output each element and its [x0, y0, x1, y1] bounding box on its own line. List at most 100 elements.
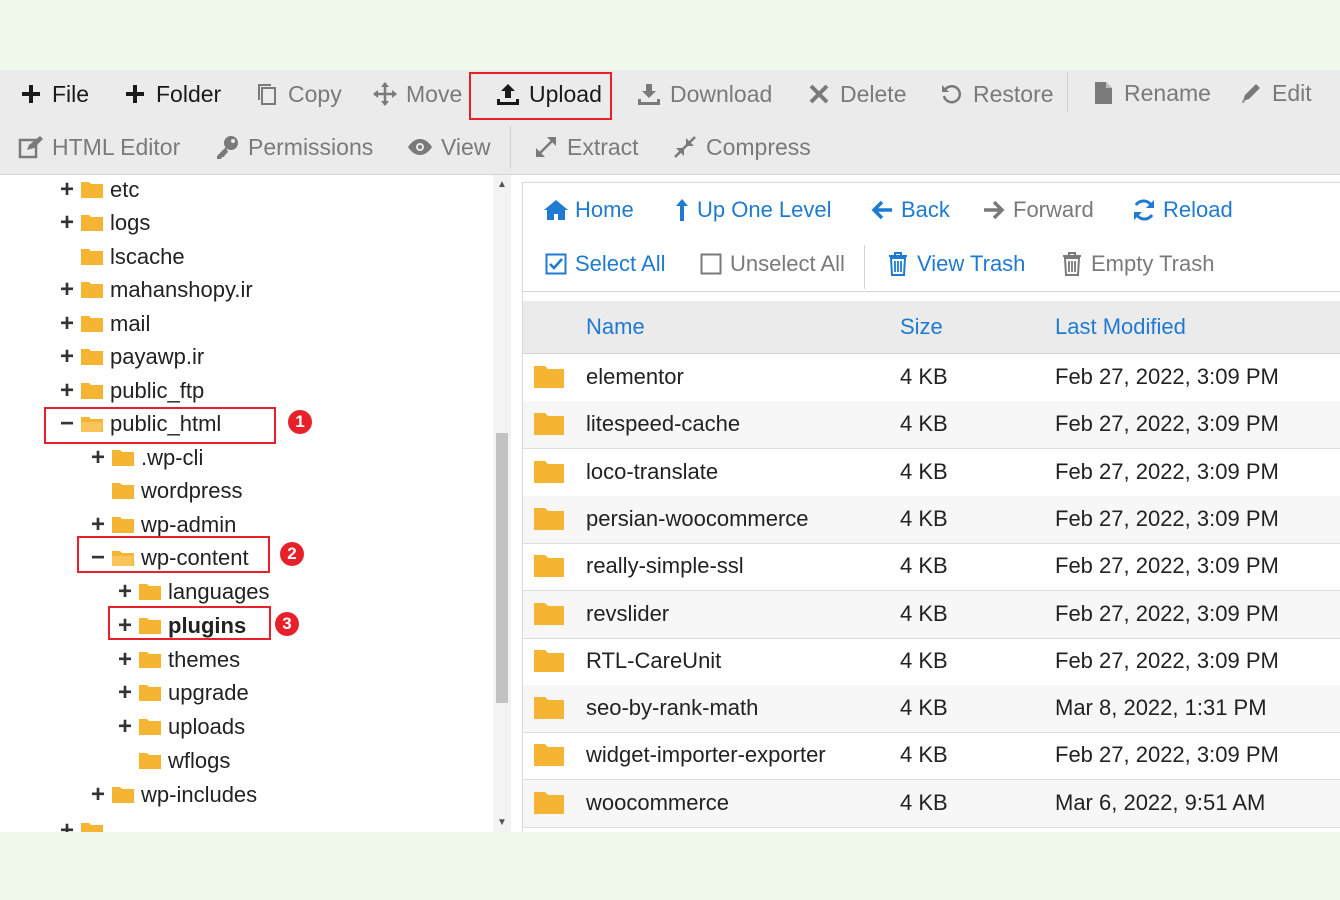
folder-icon	[138, 751, 162, 771]
expand-icon	[533, 134, 559, 160]
new-file-label: File	[52, 80, 90, 107]
home-button[interactable]: Home	[543, 193, 634, 227]
expand-toggle[interactable]: +	[58, 211, 76, 235]
tree-item[interactable]: + wp-admin	[89, 510, 236, 540]
view-button[interactable]: View	[407, 129, 490, 165]
up-one-level-button[interactable]: Up One Level	[673, 193, 832, 227]
x-icon	[806, 81, 832, 107]
folder-icon	[533, 789, 565, 815]
expand-toggle[interactable]: +	[89, 513, 107, 537]
select-all-button[interactable]: Select All	[543, 247, 666, 281]
forward-button[interactable]: Forward	[981, 193, 1094, 227]
tree-scrollbar[interactable]: ▲ ▼	[493, 175, 511, 832]
expand-toggle[interactable]: +	[58, 312, 76, 336]
tree-item[interactable]: wordpress	[89, 476, 242, 506]
empty-trash-button[interactable]: Empty Trash	[1059, 247, 1214, 281]
tree-item[interactable]: + upgrade	[116, 678, 249, 708]
expand-toggle[interactable]: +	[58, 345, 76, 369]
tree-item-label: wp-content	[141, 545, 249, 570]
size-column-header[interactable]: Size	[900, 314, 943, 340]
delete-button[interactable]: Delete	[806, 76, 906, 112]
rename-label: Rename	[1124, 79, 1211, 106]
scrollbar-thumb[interactable]	[496, 433, 508, 703]
expand-toggle[interactable]: +	[116, 614, 134, 638]
tree-item[interactable]: + logs	[58, 208, 150, 238]
collapse-toggle[interactable]: −	[89, 546, 107, 570]
expand-toggle[interactable]: +	[116, 715, 134, 739]
expand-toggle[interactable]: +	[89, 783, 107, 807]
back-button[interactable]: Back	[869, 193, 950, 227]
html-editor-button[interactable]: HTML Editor	[18, 129, 180, 165]
tree-item[interactable]: + public_ftp	[58, 376, 204, 406]
tree-item[interactable]: + mail	[58, 309, 150, 339]
move-icon	[372, 81, 398, 107]
expand-toggle[interactable]: +	[58, 819, 76, 833]
tree-item[interactable]: wflogs	[116, 746, 230, 776]
scroll-up-icon[interactable]: ▲	[497, 179, 507, 190]
table-row[interactable]: revslider 4 KB Feb 27, 2022, 3:09 PM	[523, 591, 1340, 639]
expand-toggle[interactable]: +	[58, 379, 76, 403]
view-trash-button[interactable]: View Trash	[885, 247, 1025, 281]
name-column-header[interactable]: Name	[586, 314, 645, 340]
file-modified: Mar 6, 2022, 9:51 AM	[1055, 790, 1266, 815]
new-file-button[interactable]: File	[18, 76, 89, 112]
modified-column-header[interactable]: Last Modified	[1055, 314, 1186, 340]
tree-item[interactable]: + wp-includes	[89, 780, 257, 810]
expand-toggle[interactable]: +	[58, 278, 76, 302]
folder-icon	[111, 448, 135, 468]
file-name: persian-woocommerce	[586, 506, 809, 531]
rename-button[interactable]: Rename	[1090, 75, 1211, 111]
download-button[interactable]: Download	[636, 76, 772, 112]
extract-button[interactable]: Extract	[533, 129, 639, 165]
directory-tree: + etc + logs lscache + mahanshopy.ir + mail + paya…	[0, 175, 492, 832]
expand-toggle[interactable]: +	[116, 681, 134, 705]
tree-item[interactable]: + .wp-cli	[89, 443, 203, 473]
tree-item[interactable]: lscache	[58, 242, 185, 272]
table-row[interactable]: litespeed-cache 4 KB Feb 27, 2022, 3:09 PM	[523, 401, 1340, 449]
tree-item-label: mail	[110, 311, 151, 336]
copy-button[interactable]: Copy	[254, 76, 342, 112]
tree-item[interactable]: + payawp.ir	[58, 342, 204, 372]
new-folder-button[interactable]: Folder	[122, 76, 221, 112]
tree-item[interactable]: + themes	[116, 645, 240, 675]
tree-item[interactable]: + mahanshopy.ir	[58, 275, 253, 305]
unselect-all-button[interactable]: Unselect All	[698, 247, 845, 281]
toolbar: File Folder Copy Move Upload Download De…	[0, 70, 1340, 175]
tree-item[interactable]: +	[58, 816, 110, 832]
edit-button[interactable]: Edit	[1238, 75, 1312, 111]
table-row[interactable]: woocommerce 4 KB Mar 6, 2022, 9:51 AM	[523, 780, 1340, 828]
plus-icon	[122, 81, 148, 107]
upload-button[interactable]: Upload	[495, 76, 602, 112]
file-modified: Feb 27, 2022, 3:09 PM	[1055, 742, 1279, 767]
collapse-toggle[interactable]: −	[58, 412, 76, 436]
table-row[interactable]: really-simple-ssl 4 KB Feb 27, 2022, 3:09 …	[523, 543, 1340, 591]
tree-item[interactable]: + uploads	[116, 712, 245, 742]
table-row[interactable]: seo-by-rank-math 4 KB Mar 8, 2022, 1:31 PM	[523, 685, 1340, 733]
table-row[interactable]: widget-importer-exporter 4 KB Feb 27, 2022…	[523, 732, 1340, 780]
copy-label: Copy	[288, 80, 342, 107]
folder-icon	[80, 347, 104, 367]
tree-item[interactable]: − public_html	[58, 409, 221, 439]
table-row[interactable]: RTL-CareUnit 4 KB Feb 27, 2022, 3:09 PM	[523, 638, 1340, 686]
tree-item[interactable]: + etc	[58, 175, 139, 205]
restore-button[interactable]: Restore	[939, 76, 1054, 112]
table-row[interactable]: loco-translate 4 KB Feb 27, 2022, 3:09 PM	[523, 449, 1340, 497]
permissions-button[interactable]: Permissions	[214, 129, 373, 165]
tree-item-label: .wp-cli	[141, 445, 204, 470]
tree-item-label: upgrade	[168, 680, 249, 705]
view-trash-label: View Trash	[917, 251, 1026, 276]
reload-button[interactable]: Reload	[1131, 193, 1233, 227]
tree-item-label: plugins	[168, 613, 247, 638]
tree-item[interactable]: + plugins	[116, 611, 246, 641]
tree-item[interactable]: + languages	[116, 577, 270, 607]
tree-item[interactable]: − wp-content	[89, 543, 249, 573]
table-row[interactable]: persian-woocommerce 4 KB Feb 27, 2022, 3:0…	[523, 496, 1340, 544]
move-button[interactable]: Move	[372, 76, 462, 112]
compress-button[interactable]: Compress	[672, 129, 811, 165]
expand-toggle[interactable]: +	[116, 580, 134, 604]
expand-toggle[interactable]: +	[58, 178, 76, 202]
expand-toggle[interactable]: +	[116, 648, 134, 672]
table-row[interactable]: elementor 4 KB Feb 27, 2022, 3:09 PM	[523, 354, 1340, 402]
expand-toggle[interactable]: +	[89, 446, 107, 470]
scroll-down-icon[interactable]: ▼	[497, 817, 507, 828]
